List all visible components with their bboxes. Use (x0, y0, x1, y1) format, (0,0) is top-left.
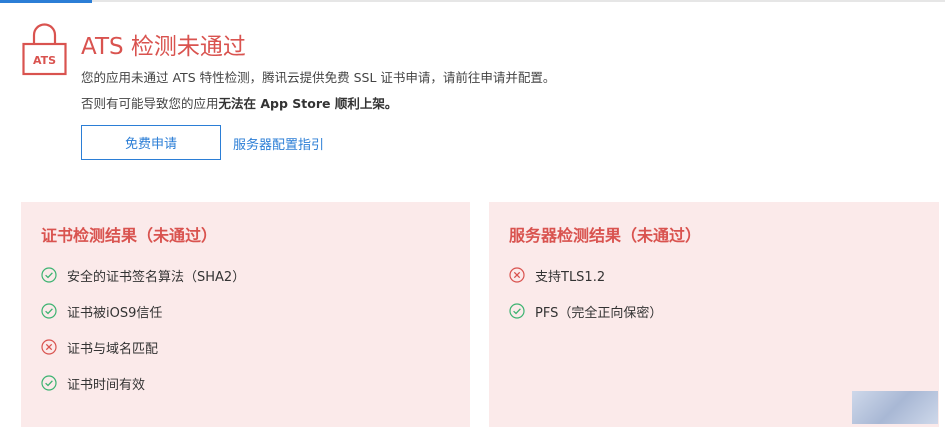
description-line-2: 否则有可能导致您的应用无法在 App Store 顺利上架。 (81, 93, 397, 112)
lock-icon-text: ATS (33, 54, 56, 67)
check-result-label: 证书时间有效 (67, 377, 146, 393)
check-result-label: 证书被iOS9信任 (67, 305, 163, 321)
description-line-2-prefix: 否则有可能导致您的应用 (81, 96, 219, 111)
check-circle-icon (41, 267, 57, 283)
free-apply-button[interactable]: 免费申请 (81, 125, 221, 160)
server-panel-title: 服务器检测结果（未通过） (509, 226, 702, 245)
check-result-label: 证书与域名匹配 (67, 341, 159, 357)
page-title: ATS 检测未通过 (81, 34, 246, 60)
check-result-item: 证书被iOS9信任 (41, 301, 162, 321)
top-tab-bar (0, 0, 945, 3)
check-result-label: PFS（完全正向保密） (535, 305, 663, 321)
server-config-guide-link[interactable]: 服务器配置指引 (233, 134, 324, 153)
x-circle-icon (509, 267, 525, 283)
watermark-logo (852, 391, 938, 424)
check-circle-icon (41, 303, 57, 319)
check-result-item: 证书与域名匹配 (41, 337, 158, 357)
check-circle-icon (509, 303, 525, 319)
x-circle-icon (41, 339, 57, 355)
lock-icon: ATS (22, 23, 67, 76)
check-result-item: 支持TLS1.2 (509, 265, 605, 285)
description-line-1: 您的应用未通过 ATS 特性检测，腾讯云提供免费 SSL 证书申请，请前往申请并… (81, 70, 556, 85)
active-tab-indicator (0, 0, 92, 3)
check-result-label: 安全的证书签名算法（SHA2） (67, 269, 246, 285)
check-result-item: 安全的证书签名算法（SHA2） (41, 265, 245, 285)
check-circle-icon (41, 375, 57, 391)
cert-panel-title: 证书检测结果（未通过） (41, 226, 218, 245)
cert-check-panel: 证书检测结果（未通过） 安全的证书签名算法（SHA2） 证书被iOS9信任 证书与域… (21, 202, 470, 427)
check-result-label: 支持TLS1.2 (535, 269, 606, 285)
check-result-item: 证书时间有效 (41, 373, 145, 393)
check-result-item: PFS（完全正向保密） (509, 301, 662, 321)
description-line-2-emphasis: 无法在 App Store 顺利上架。 (218, 96, 398, 111)
